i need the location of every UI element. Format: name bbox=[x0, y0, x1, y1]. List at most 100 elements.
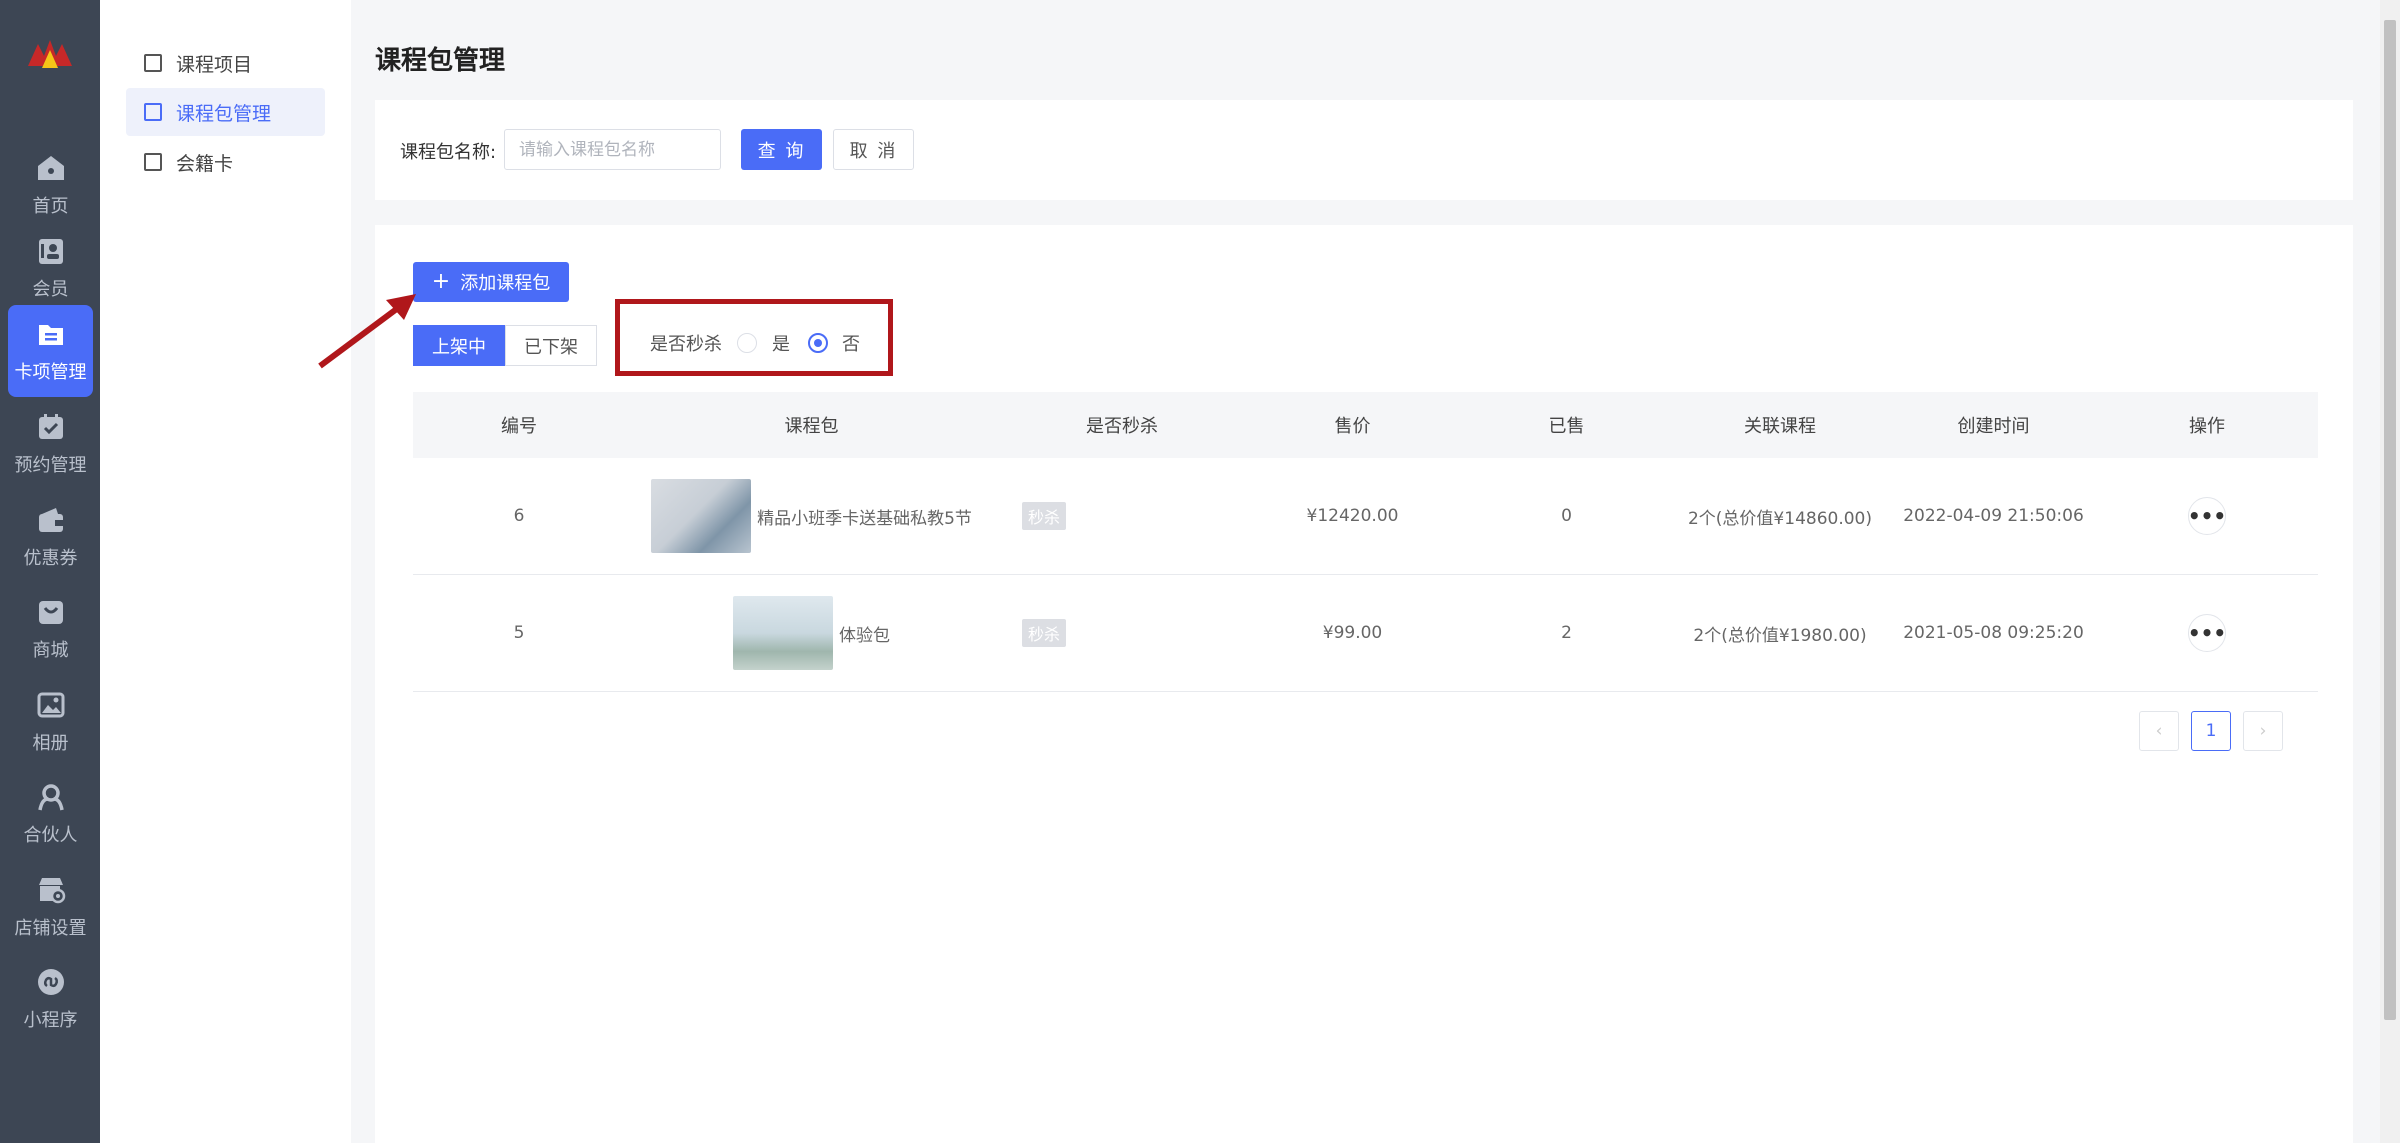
column-header: 是否秒杀 bbox=[1086, 416, 1158, 437]
secondary-menu: 课程项目 课程包管理 会籍卡 bbox=[100, 0, 351, 1143]
nav-item-label: 商城 bbox=[32, 640, 69, 661]
nav-item-label: 合伙人 bbox=[23, 825, 78, 846]
nav-item-card-management[interactable]: 卡项管理 bbox=[8, 305, 93, 397]
flash-sale-tag: 秒杀 bbox=[1022, 502, 1067, 530]
nav-item-label: 预约管理 bbox=[14, 455, 87, 476]
column-header: 创建时间 bbox=[1957, 416, 2030, 437]
mini-program-icon bbox=[35, 966, 67, 998]
nav-item-label: 相册 bbox=[32, 733, 69, 754]
calendar-check-icon bbox=[35, 411, 67, 443]
package-list-panel: + 添加课程包 上架中 已下架 是否秒杀 是 否 编号 课程包 是否秒杀 售价 … bbox=[375, 225, 2353, 1143]
nav-item-label: 会员 bbox=[32, 279, 69, 300]
column-header: 编号 bbox=[501, 416, 537, 437]
column-header: 已售 bbox=[1548, 416, 1585, 437]
nav-item-mall[interactable]: 商城 bbox=[8, 583, 93, 675]
prev-page-button[interactable]: ‹ bbox=[2139, 711, 2179, 751]
nav-item-store-settings[interactable]: 店铺设置 bbox=[8, 861, 93, 953]
cell-courses: 2个(总价值¥1980.00) bbox=[1693, 625, 1867, 646]
submenu-item-course-packages[interactable]: 课程包管理 bbox=[126, 88, 325, 136]
member-card-icon bbox=[35, 235, 67, 267]
next-page-button[interactable]: › bbox=[2243, 711, 2283, 751]
search-label: 课程包名称: bbox=[400, 142, 497, 163]
package-name: 精品小班季卡送基础私教5节 bbox=[757, 508, 972, 529]
table-row: 6 精品小班季卡送基础私教5节 秒杀 ¥12420.00 0 2个(总价值¥14… bbox=[413, 458, 2318, 575]
plus-icon: + bbox=[431, 269, 451, 294]
cell-package: 精品小班季卡送基础私教5节 bbox=[625, 479, 998, 553]
column-header: 关联课程 bbox=[1744, 416, 1816, 437]
tab-off-shelf[interactable]: 已下架 bbox=[505, 325, 597, 366]
pagination: ‹ 1 › bbox=[2139, 711, 2283, 751]
cell-id: 5 bbox=[513, 623, 525, 643]
package-name-search-input[interactable] bbox=[504, 129, 721, 170]
cell-sold: 2 bbox=[1561, 623, 1572, 643]
add-course-package-button[interactable]: + 添加课程包 bbox=[413, 262, 569, 302]
submenu-item-course-projects[interactable]: 课程项目 bbox=[126, 39, 325, 87]
more-actions-icon[interactable]: ••• bbox=[2188, 497, 2226, 535]
submenu-item-label: 课程项目 bbox=[176, 53, 253, 76]
annotation-arrow bbox=[318, 294, 416, 369]
tab-on-shelf[interactable]: 上架中 bbox=[413, 325, 505, 366]
package-name: 体验包 bbox=[839, 625, 890, 646]
submenu-item-membership-card[interactable]: 会籍卡 bbox=[126, 138, 325, 186]
page-scrollbar[interactable] bbox=[2380, 0, 2400, 1143]
table-row: 5 体验包 秒杀 ¥99.00 2 2个(总价值¥1980.00) 2021-0… bbox=[413, 575, 2318, 692]
card-icon bbox=[144, 153, 162, 171]
cell-price: ¥99.00 bbox=[1322, 623, 1383, 643]
package-thumbnail bbox=[651, 479, 752, 553]
shopping-bag-icon bbox=[35, 596, 67, 628]
nav-item-label: 卡项管理 bbox=[14, 362, 87, 383]
cell-actions: ••• bbox=[2101, 497, 2313, 535]
store-settings-icon bbox=[35, 874, 67, 906]
nav-item-album[interactable]: 相册 bbox=[8, 676, 93, 768]
scrollbar-thumb[interactable] bbox=[2384, 20, 2396, 1020]
table-header: 编号 课程包 是否秒杀 售价 已售 关联课程 创建时间 操作 bbox=[413, 392, 2318, 458]
column-header: 课程包 bbox=[784, 416, 839, 437]
nav-item-booking[interactable]: 预约管理 bbox=[8, 398, 93, 490]
cell-flash: 秒杀 bbox=[998, 502, 1246, 530]
wallet-icon bbox=[35, 504, 67, 536]
card-icon bbox=[144, 103, 162, 121]
nav-item-label: 首页 bbox=[32, 196, 69, 217]
flash-yes-label: 是 bbox=[772, 334, 790, 355]
cell-created: 2021-05-08 09:25:20 bbox=[1903, 623, 2084, 643]
column-header: 售价 bbox=[1334, 416, 1371, 437]
column-header: 操作 bbox=[2189, 416, 2225, 437]
cell-courses: 2个(总价值¥14860.00) bbox=[1687, 508, 1872, 529]
nav-item-label: 优惠券 bbox=[23, 548, 78, 569]
cell-id: 6 bbox=[513, 506, 525, 526]
status-tabs: 上架中 已下架 bbox=[413, 325, 597, 366]
nav-item-label: 小程序 bbox=[23, 1010, 78, 1031]
cell-flash: 秒杀 bbox=[998, 619, 1246, 647]
bookmark-icon bbox=[144, 54, 162, 72]
add-button-label: 添加课程包 bbox=[460, 273, 551, 294]
cell-actions: ••• bbox=[2101, 614, 2313, 652]
submenu-item-label: 会籍卡 bbox=[176, 152, 234, 175]
flash-sale-filter-highlight: 是否秒杀 是 否 bbox=[615, 299, 893, 376]
cancel-button[interactable]: 取 消 bbox=[833, 129, 914, 170]
page-number-button[interactable]: 1 bbox=[2191, 711, 2231, 751]
partner-icon bbox=[35, 781, 67, 813]
nav-item-label: 店铺设置 bbox=[14, 918, 87, 939]
submenu-item-label: 课程包管理 bbox=[176, 102, 272, 125]
nav-item-partner[interactable]: 合伙人 bbox=[8, 768, 93, 860]
image-icon bbox=[35, 689, 67, 721]
flash-no-radio[interactable] bbox=[808, 333, 828, 353]
more-actions-icon[interactable]: ••• bbox=[2188, 614, 2226, 652]
main-nav: 首页 会员 卡项管理 预约管理 优惠券 商城 相册 合伙人 店铺设置 小程序 bbox=[0, 0, 100, 1143]
search-panel: 课程包名称: 查 询 取 消 bbox=[375, 100, 2353, 200]
nav-item-member[interactable]: 会员 bbox=[8, 222, 93, 314]
flash-sale-tag: 秒杀 bbox=[1022, 619, 1067, 647]
query-button[interactable]: 查 询 bbox=[741, 129, 822, 170]
nav-item-coupon[interactable]: 优惠券 bbox=[8, 491, 93, 583]
home-icon bbox=[35, 152, 67, 184]
brand-logo bbox=[28, 40, 72, 68]
flash-sale-filter-label: 是否秒杀 bbox=[650, 334, 722, 355]
nav-item-home[interactable]: 首页 bbox=[8, 139, 93, 231]
cell-price: ¥12420.00 bbox=[1306, 506, 1399, 526]
nav-item-mini-program[interactable]: 小程序 bbox=[8, 953, 93, 1045]
package-thumbnail bbox=[733, 596, 833, 670]
flash-no-label: 否 bbox=[842, 334, 860, 355]
package-table: 编号 课程包 是否秒杀 售价 已售 关联课程 创建时间 操作 6 精品小班季卡送… bbox=[413, 392, 2318, 692]
flash-yes-radio[interactable] bbox=[737, 333, 757, 353]
cell-created: 2022-04-09 21:50:06 bbox=[1903, 506, 2084, 526]
